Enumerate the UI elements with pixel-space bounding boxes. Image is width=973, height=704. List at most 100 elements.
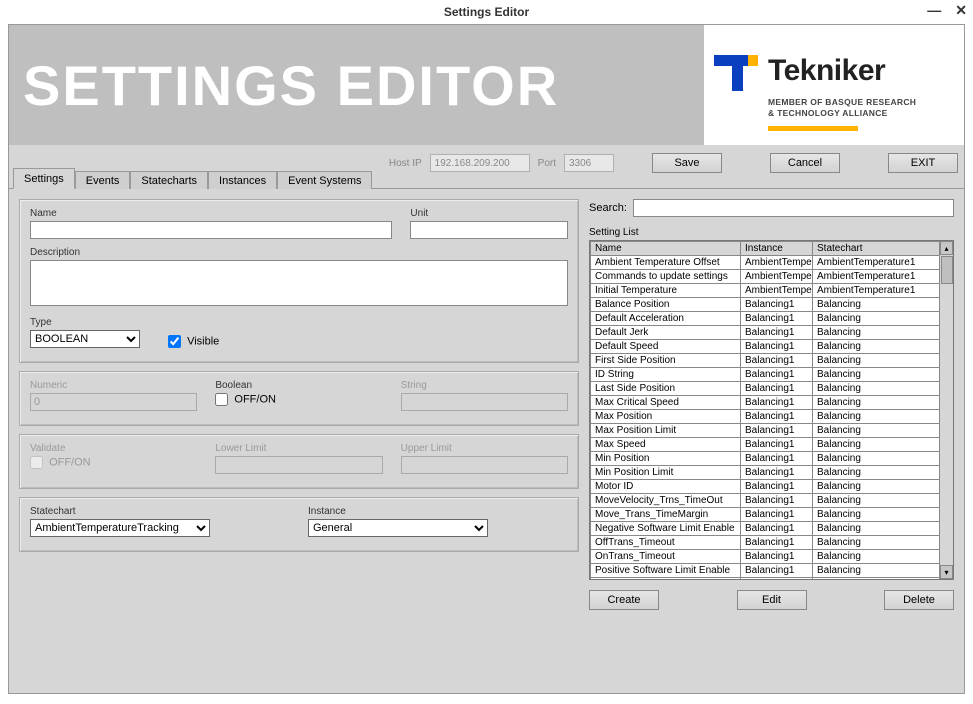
visible-checkbox[interactable] bbox=[168, 335, 181, 348]
table-cell[interactable]: Balancing bbox=[813, 298, 953, 312]
table-cell[interactable]: Balancing1 bbox=[741, 466, 813, 480]
table-row[interactable]: Initial TemperatureAmbientTemperatureTra… bbox=[591, 284, 953, 298]
type-select[interactable]: BOOLEAN bbox=[30, 330, 140, 348]
table-cell[interactable]: Max Critical Speed bbox=[591, 396, 741, 410]
table-cell[interactable]: OffTrans_Timeout bbox=[591, 536, 741, 550]
table-cell[interactable]: Balancing1 bbox=[741, 564, 813, 578]
table-cell[interactable]: Balancing1 bbox=[741, 522, 813, 536]
tab-events[interactable]: Events bbox=[75, 171, 131, 189]
scroll-up-icon[interactable]: ▴ bbox=[940, 241, 953, 255]
unit-field[interactable] bbox=[410, 221, 568, 239]
table-cell[interactable]: Max Position Limit bbox=[591, 424, 741, 438]
hostip-field[interactable] bbox=[430, 154, 530, 172]
table-cell[interactable]: Balancing1 bbox=[741, 578, 813, 581]
table-cell[interactable]: Max Position bbox=[591, 410, 741, 424]
tab-settings[interactable]: Settings bbox=[13, 168, 75, 189]
table-row[interactable]: OffTrans_TimeoutBalancing1Balancing bbox=[591, 536, 953, 550]
close-icon[interactable]: ✕ bbox=[955, 2, 967, 19]
table-row[interactable]: Default JerkBalancing1Balancing bbox=[591, 326, 953, 340]
table-cell[interactable]: AmbientTemperature1 bbox=[813, 284, 953, 298]
table-cell[interactable]: Initial Temperature bbox=[591, 284, 741, 298]
table-cell[interactable]: ID String bbox=[591, 368, 741, 382]
table-row[interactable]: OnTrans_TimeoutBalancing1Balancing bbox=[591, 550, 953, 564]
table-row[interactable]: Default SpeedBalancing1Balancing bbox=[591, 340, 953, 354]
table-cell[interactable]: Min Position bbox=[591, 452, 741, 466]
table-cell[interactable]: Balancing bbox=[813, 480, 953, 494]
table-cell[interactable]: Balancing bbox=[813, 312, 953, 326]
table-cell[interactable]: Balancing bbox=[813, 382, 953, 396]
table-row[interactable]: ResettingTimeBalancing1Balancing bbox=[591, 578, 953, 581]
table-cell[interactable]: Balancing1 bbox=[741, 494, 813, 508]
minimize-icon[interactable]: — bbox=[927, 2, 941, 19]
table-row[interactable]: Commands to update settingsAmbientTemper… bbox=[591, 270, 953, 284]
scroll-thumb[interactable] bbox=[941, 256, 953, 284]
table-cell[interactable]: Min Position Limit bbox=[591, 466, 741, 480]
description-field[interactable] bbox=[30, 260, 568, 306]
table-cell[interactable]: Balancing bbox=[813, 438, 953, 452]
table-cell[interactable]: Balancing1 bbox=[741, 424, 813, 438]
table-cell[interactable]: Default Speed bbox=[591, 340, 741, 354]
visible-checkbox-wrap[interactable]: Visible bbox=[168, 335, 568, 348]
boolean-checkbox[interactable] bbox=[215, 393, 228, 406]
table-cell[interactable]: Balancing bbox=[813, 564, 953, 578]
table-cell[interactable]: Balancing1 bbox=[741, 354, 813, 368]
table-cell[interactable]: Balancing bbox=[813, 354, 953, 368]
table-row[interactable]: Move_Trans_TimeMarginBalancing1Balancing bbox=[591, 508, 953, 522]
table-cell[interactable]: Balancing bbox=[813, 466, 953, 480]
delete-button[interactable]: Delete bbox=[884, 590, 954, 610]
table-cell[interactable]: Balancing1 bbox=[741, 298, 813, 312]
table-cell[interactable]: First Side Position bbox=[591, 354, 741, 368]
table-cell[interactable]: Balancing bbox=[813, 326, 953, 340]
table-row[interactable]: Min PositionBalancing1Balancing bbox=[591, 452, 953, 466]
col-instance[interactable]: Instance bbox=[741, 242, 813, 256]
boolean-checkbox-wrap[interactable]: OFF/ON bbox=[215, 393, 382, 406]
col-name[interactable]: Name bbox=[591, 242, 741, 256]
table-cell[interactable]: Balancing bbox=[813, 550, 953, 564]
table-cell[interactable]: Negative Software Limit Enable bbox=[591, 522, 741, 536]
table-cell[interactable]: Balancing1 bbox=[741, 438, 813, 452]
table-cell[interactable]: Default Jerk bbox=[591, 326, 741, 340]
table-cell[interactable]: Balancing1 bbox=[741, 368, 813, 382]
table-cell[interactable]: Balancing1 bbox=[741, 550, 813, 564]
search-input[interactable] bbox=[633, 199, 954, 217]
table-cell[interactable]: Balancing bbox=[813, 340, 953, 354]
table-cell[interactable]: Balancing1 bbox=[741, 312, 813, 326]
cancel-button[interactable]: Cancel bbox=[770, 153, 840, 173]
table-scrollbar[interactable]: ▴ ▾ bbox=[939, 241, 953, 579]
col-statechart[interactable]: Statechart bbox=[813, 242, 953, 256]
table-cell[interactable]: Balancing1 bbox=[741, 452, 813, 466]
tab-statecharts[interactable]: Statecharts bbox=[130, 171, 208, 189]
table-row[interactable]: Max PositionBalancing1Balancing bbox=[591, 410, 953, 424]
port-field[interactable] bbox=[564, 154, 614, 172]
table-cell[interactable]: AmbientTemperature1 bbox=[813, 256, 953, 270]
table-row[interactable]: Max SpeedBalancing1Balancing bbox=[591, 438, 953, 452]
instance-select[interactable]: General bbox=[308, 519, 488, 537]
table-cell[interactable]: Balancing bbox=[813, 494, 953, 508]
table-row[interactable]: Last Side PositionBalancing1Balancing bbox=[591, 382, 953, 396]
table-cell[interactable]: Balancing bbox=[813, 410, 953, 424]
setting-list-table[interactable]: Name Instance Statechart Ambient Tempera… bbox=[589, 240, 954, 580]
table-cell[interactable]: Commands to update settings bbox=[591, 270, 741, 284]
table-cell[interactable]: AmbientTemperatureTracking1 bbox=[741, 270, 813, 284]
table-cell[interactable]: ResettingTime bbox=[591, 578, 741, 581]
table-row[interactable]: Max Position LimitBalancing1Balancing bbox=[591, 424, 953, 438]
table-row[interactable]: Motor IDBalancing1Balancing bbox=[591, 480, 953, 494]
create-button[interactable]: Create bbox=[589, 590, 659, 610]
table-cell[interactable]: Last Side Position bbox=[591, 382, 741, 396]
tab-event-systems[interactable]: Event Systems bbox=[277, 171, 372, 189]
table-row[interactable]: Default AccelerationBalancing1Balancing bbox=[591, 312, 953, 326]
tab-instances[interactable]: Instances bbox=[208, 171, 277, 189]
table-cell[interactable]: MoveVelocity_Trns_TimeOut bbox=[591, 494, 741, 508]
table-row[interactable]: Positive Software Limit EnableBalancing1… bbox=[591, 564, 953, 578]
table-cell[interactable]: Positive Software Limit Enable bbox=[591, 564, 741, 578]
table-cell[interactable]: Balancing1 bbox=[741, 480, 813, 494]
table-cell[interactable]: OnTrans_Timeout bbox=[591, 550, 741, 564]
exit-button[interactable]: EXIT bbox=[888, 153, 958, 173]
table-cell[interactable]: Balancing1 bbox=[741, 326, 813, 340]
table-cell[interactable]: Default Acceleration bbox=[591, 312, 741, 326]
scroll-down-icon[interactable]: ▾ bbox=[940, 565, 953, 579]
table-cell[interactable]: Balancing bbox=[813, 536, 953, 550]
table-row[interactable]: Negative Software Limit EnableBalancing1… bbox=[591, 522, 953, 536]
table-cell[interactable]: Max Speed bbox=[591, 438, 741, 452]
table-cell[interactable]: Balancing1 bbox=[741, 396, 813, 410]
